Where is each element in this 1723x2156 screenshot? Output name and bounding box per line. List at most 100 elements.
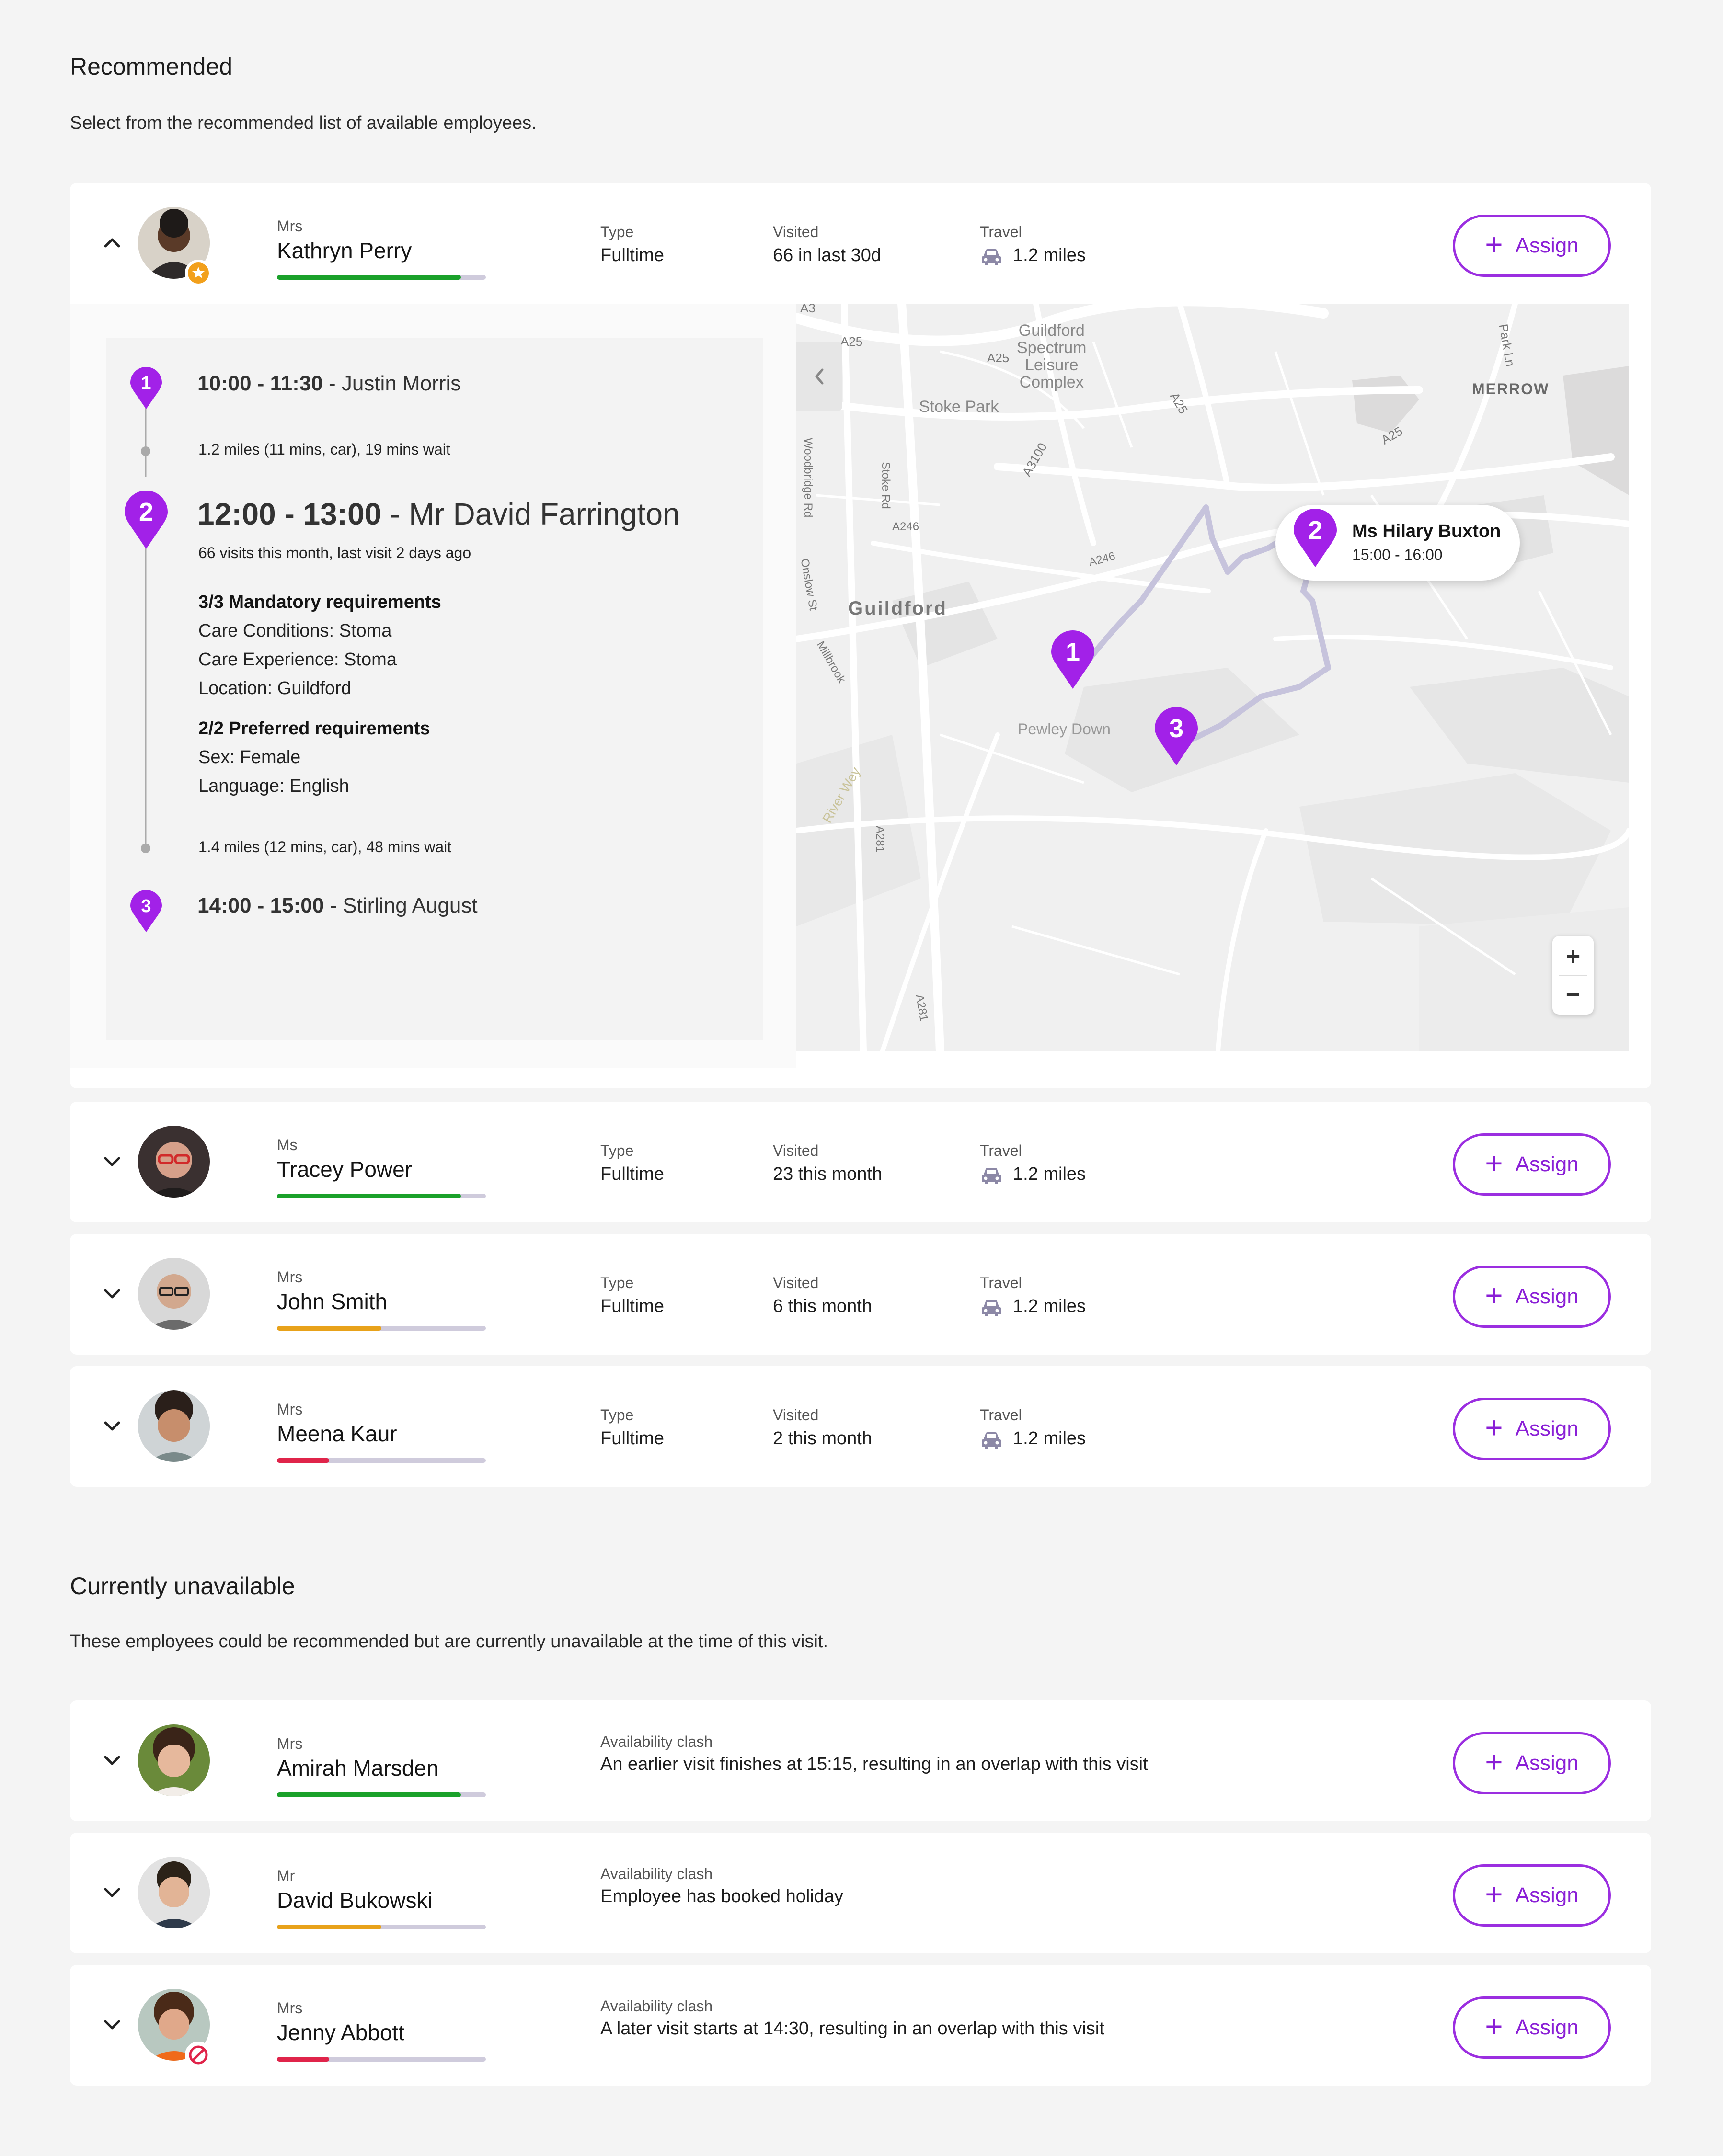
chevron-down-icon[interactable]	[97, 1745, 127, 1775]
map-pin-2[interactable]: 2	[1294, 509, 1337, 568]
employee-row[interactable]: Mrs Amirah Marsden Availability clash An…	[70, 1700, 1651, 1821]
visit-3-title: 14:00 - 15:00 - Stirling August	[197, 894, 478, 918]
map-label: Pewley Down	[1018, 720, 1111, 738]
employee-row[interactable]: Mrs John Smith Type Fulltime Visited 6 t…	[70, 1234, 1651, 1355]
clash-label: Availability clash	[600, 1733, 713, 1750]
mandatory-item: Location: Guildford	[198, 678, 351, 698]
assign-button[interactable]: + Assign	[1453, 215, 1611, 277]
travel-value: 1.2 miles	[1013, 1296, 1086, 1316]
visit-1-sep: -	[322, 372, 342, 395]
type-value: Fulltime	[600, 1428, 665, 1449]
match-score-bar	[277, 275, 486, 280]
employee-name: John Smith	[277, 1289, 388, 1314]
pin-3-icon: 3	[130, 890, 162, 932]
type-value: Fulltime	[600, 245, 665, 265]
zoom-in-button[interactable]: +	[1552, 940, 1594, 973]
assign-button[interactable]: + Assign	[1453, 1266, 1611, 1328]
visit-2-client: Mr David Farrington	[409, 497, 680, 531]
collapse-panel-button[interactable]	[796, 342, 842, 411]
travel-value: 1.2 miles	[1013, 1428, 1086, 1449]
employee-row[interactable]: Mrs Jenny Abbott Availability clash A la…	[70, 1965, 1651, 2086]
assign-button[interactable]: + Assign	[1453, 1732, 1611, 1794]
mandatory-item: Care Conditions: Stoma	[198, 621, 392, 641]
assign-label: Assign	[1515, 1417, 1579, 1440]
chevron-up-icon[interactable]	[97, 227, 127, 258]
assign-label: Assign	[1515, 2016, 1579, 2039]
employee-row[interactable]: Ms Tracey Power Type Fulltime Visited 23…	[70, 1102, 1651, 1222]
visited-label: Visited	[773, 1406, 819, 1424]
visited-value: 2 this month	[773, 1428, 872, 1449]
car-icon	[982, 249, 1001, 265]
type-value: Fulltime	[600, 1296, 665, 1316]
clash-value: Employee has booked holiday	[600, 1886, 844, 1906]
visited-label: Visited	[773, 1274, 819, 1291]
preferred-item: Sex: Female	[198, 747, 301, 767]
employee-card-amirah-marsden: Mrs Amirah Marsden Availability clash An…	[70, 1700, 1651, 1821]
employee-title: Mr	[277, 1867, 295, 1884]
type-label: Type	[600, 1406, 634, 1424]
map-pin-1[interactable]: 1	[1051, 630, 1094, 690]
chevron-down-icon[interactable]	[97, 2009, 127, 2040]
assign-button[interactable]: + Assign	[1453, 1133, 1611, 1196]
visit-3-client: Stirling August	[343, 894, 478, 917]
chevron-down-icon[interactable]	[97, 1146, 127, 1176]
map-label: A3	[800, 304, 816, 315]
avatar	[138, 1857, 210, 1928]
route-map[interactable]: A3 A25 A25 Guildford Spectrum Leisure Co…	[796, 304, 1629, 1051]
plus-icon: +	[1485, 1410, 1503, 1445]
assign-label: Assign	[1515, 1152, 1579, 1176]
map-label: A25	[840, 334, 863, 349]
visit-2-time: 12:00 - 13:00	[197, 497, 382, 531]
match-score-fill	[277, 1194, 461, 1198]
pin-2-icon: 2	[125, 491, 168, 549]
visit-2-meta: 66 visits this month, last visit 2 days …	[198, 544, 471, 561]
employee-row[interactable]: Mrs Kathryn Perry Type Fulltime Visited …	[70, 183, 1651, 304]
match-score-bar	[277, 1326, 486, 1331]
timeline-track	[141, 396, 150, 853]
employee-row[interactable]: Mrs Meena Kaur Type Fulltime Visited 2 t…	[70, 1366, 1651, 1487]
plus-icon: +	[1485, 227, 1503, 262]
leg-1-info: 1.2 miles (11 mins, car), 19 mins wait	[198, 441, 450, 458]
map-label-leisure: Guildford Spectrum Leisure Complex	[1017, 322, 1087, 391]
visit-2-title: 12:00 - 13:00 - Mr David Farrington	[197, 496, 680, 532]
employee-card-kathryn-perry: Mrs Kathryn Perry Type Fulltime Visited …	[70, 183, 1651, 1088]
match-score-fill	[277, 275, 461, 280]
assign-button[interactable]: + Assign	[1453, 1996, 1611, 2059]
type-label: Type	[600, 223, 634, 240]
chevron-down-icon[interactable]	[97, 1410, 127, 1441]
employee-title: Mrs	[277, 217, 303, 235]
assign-label: Assign	[1515, 1751, 1579, 1775]
assign-label: Assign	[1515, 234, 1579, 257]
plus-icon: +	[1485, 1877, 1503, 1911]
avatar	[138, 1126, 210, 1198]
car-icon	[982, 1168, 1001, 1184]
pin-1-icon: 1	[130, 367, 162, 409]
assign-button[interactable]: + Assign	[1453, 1398, 1611, 1460]
assign-label: Assign	[1515, 1285, 1579, 1308]
chevron-down-icon[interactable]	[97, 1278, 127, 1309]
map-label: MERROW	[1472, 380, 1550, 398]
map-pin-3[interactable]: 3	[1155, 707, 1198, 766]
recommended-subtitle: Select from the recommended list of avai…	[70, 113, 537, 133]
employee-title: Mrs	[277, 1268, 303, 1286]
blocked-badge-icon	[185, 2042, 212, 2068]
svg-text:2: 2	[1308, 516, 1322, 545]
match-score-fill	[277, 1458, 329, 1463]
assign-button[interactable]: + Assign	[1453, 1864, 1611, 1927]
employee-card-tracey-power: Ms Tracey Power Type Fulltime Visited 23…	[70, 1102, 1651, 1222]
match-score-bar	[277, 1458, 486, 1463]
map-label: Guildford	[848, 598, 947, 619]
travel-label: Travel	[980, 1406, 1022, 1424]
employee-row[interactable]: Mr David Bukowski Availability clash Emp…	[70, 1833, 1651, 1953]
chevron-down-icon[interactable]	[97, 1877, 127, 1907]
clash-value: An earlier visit finishes at 15:15, resu…	[600, 1754, 1148, 1774]
visit-1-client: Justin Morris	[341, 372, 461, 395]
unavailable-subtitle: These employees could be recommended but…	[70, 1631, 828, 1652]
zoom-out-button[interactable]: −	[1552, 978, 1594, 1012]
employee-name: Jenny Abbott	[277, 2020, 404, 2045]
zoom-divider	[1559, 975, 1587, 976]
plus-icon: +	[1485, 1278, 1503, 1312]
plus-icon: +	[1485, 1146, 1503, 1180]
visited-value: 66 in last 30d	[773, 245, 882, 265]
mandatory-heading: 3/3 Mandatory requirements	[198, 592, 441, 612]
